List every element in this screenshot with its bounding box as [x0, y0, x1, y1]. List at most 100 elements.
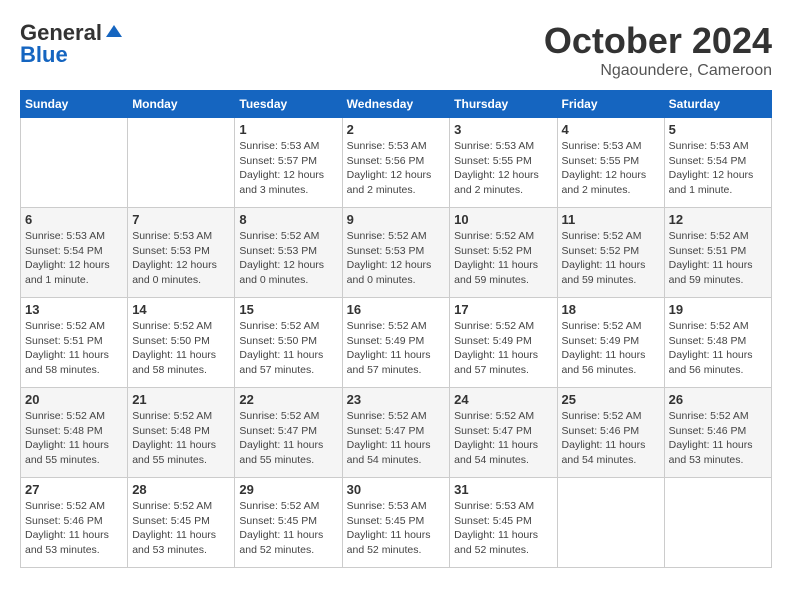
calendar-week-row: 13 Sunrise: 5:52 AMSunset: 5:51 PMDayligh… — [21, 298, 772, 388]
day-number: 18 — [562, 302, 660, 317]
day-number: 14 — [132, 302, 230, 317]
day-number: 1 — [239, 122, 337, 137]
calendar-cell: 17 Sunrise: 5:52 AMSunset: 5:49 PMDayligh… — [450, 298, 557, 388]
day-info: Sunrise: 5:52 AMSunset: 5:45 PMDaylight:… — [132, 499, 230, 558]
calendar-cell — [664, 478, 771, 568]
weekday-header-row: SundayMondayTuesdayWednesdayThursdayFrid… — [21, 91, 772, 118]
day-info: Sunrise: 5:52 AMSunset: 5:52 PMDaylight:… — [454, 229, 552, 288]
calendar-cell: 4Sunrise: 5:53 AMSunset: 5:55 PMDaylight… — [557, 118, 664, 208]
day-info: Sunrise: 5:52 AMSunset: 5:46 PMDaylight:… — [562, 409, 660, 468]
day-info: Sunrise: 5:53 AMSunset: 5:55 PMDaylight:… — [454, 139, 552, 198]
day-info: Sunrise: 5:52 AMSunset: 5:45 PMDaylight:… — [239, 499, 337, 558]
day-info: Sunrise: 5:53 AMSunset: 5:45 PMDaylight:… — [454, 499, 552, 558]
calendar-cell: 18 Sunrise: 5:52 AMSunset: 5:49 PMDayligh… — [557, 298, 664, 388]
calendar-week-row: 6Sunrise: 5:53 AMSunset: 5:54 PMDaylight… — [21, 208, 772, 298]
calendar-cell: 15 Sunrise: 5:52 AMSunset: 5:50 PMDayligh… — [235, 298, 342, 388]
calendar-cell: 16 Sunrise: 5:52 AMSunset: 5:49 PMDayligh… — [342, 298, 450, 388]
calendar-cell: 28 Sunrise: 5:52 AMSunset: 5:45 PMDayligh… — [128, 478, 235, 568]
day-info: Sunrise: 5:53 AMSunset: 5:53 PMDaylight:… — [132, 229, 230, 288]
day-number: 5 — [669, 122, 767, 137]
day-info: Sunrise: 5:53 AMSunset: 5:55 PMDaylight:… — [562, 139, 660, 198]
day-info: Sunrise: 5:52 AMSunset: 5:51 PMDaylight:… — [669, 229, 767, 288]
calendar-cell: 3 Sunrise: 5:53 AMSunset: 5:55 PMDaylight… — [450, 118, 557, 208]
day-number: 30 — [347, 482, 446, 497]
calendar-cell: 2Sunrise: 5:53 AMSunset: 5:56 PMDaylight… — [342, 118, 450, 208]
calendar-cell: 22Sunrise: 5:52 AMSunset: 5:47 PMDayligh… — [235, 388, 342, 478]
day-info: Sunrise: 5:52 AMSunset: 5:50 PMDaylight:… — [239, 319, 337, 378]
location: Ngaoundere, Cameroon — [544, 62, 772, 80]
day-info: Sunrise: 5:52 AMSunset: 5:49 PMDaylight:… — [562, 319, 660, 378]
calendar-cell: 12 Sunrise: 5:52 AMSunset: 5:51 PMDayligh… — [664, 208, 771, 298]
day-number: 13 — [25, 302, 123, 317]
calendar-cell: 29Sunrise: 5:52 AMSunset: 5:45 PMDayligh… — [235, 478, 342, 568]
calendar-cell: 11 Sunrise: 5:52 AMSunset: 5:52 PMDayligh… — [557, 208, 664, 298]
calendar-cell: 27Sunrise: 5:52 AMSunset: 5:46 PMDayligh… — [21, 478, 128, 568]
title-section: October 2024 Ngaoundere, Cameroon — [544, 20, 772, 80]
day-info: Sunrise: 5:52 AMSunset: 5:53 PMDaylight:… — [347, 229, 446, 288]
day-number: 24 — [454, 392, 552, 407]
day-number: 10 — [454, 212, 552, 227]
day-number: 28 — [132, 482, 230, 497]
day-number: 8 — [239, 212, 337, 227]
day-number: 9 — [347, 212, 446, 227]
day-info: Sunrise: 5:52 AMSunset: 5:52 PMDaylight:… — [562, 229, 660, 288]
weekday-header: Sunday — [21, 91, 128, 118]
weekday-header: Tuesday — [235, 91, 342, 118]
day-number: 11 — [562, 212, 660, 227]
weekday-header: Wednesday — [342, 91, 450, 118]
calendar-cell: 8 Sunrise: 5:52 AMSunset: 5:53 PMDaylight… — [235, 208, 342, 298]
day-info: Sunrise: 5:52 AMSunset: 5:46 PMDaylight:… — [669, 409, 767, 468]
day-number: 20 — [25, 392, 123, 407]
day-number: 19 — [669, 302, 767, 317]
calendar-cell: 1 Sunrise: 5:53 AMSunset: 5:57 PMDaylight… — [235, 118, 342, 208]
day-number: 23 — [347, 392, 446, 407]
day-info: Sunrise: 5:52 AMSunset: 5:47 PMDaylight:… — [347, 409, 446, 468]
day-info: Sunrise: 5:52 AMSunset: 5:51 PMDaylight:… — [25, 319, 123, 378]
calendar-cell — [128, 118, 235, 208]
page-header: General Blue October 2024 Ngaoundere, Ca… — [20, 20, 772, 80]
weekday-header: Thursday — [450, 91, 557, 118]
day-info: Sunrise: 5:53 AMSunset: 5:54 PMDaylight:… — [25, 229, 123, 288]
calendar-cell — [557, 478, 664, 568]
day-number: 12 — [669, 212, 767, 227]
day-info: Sunrise: 5:52 AMSunset: 5:48 PMDaylight:… — [25, 409, 123, 468]
logo-blue: Blue — [20, 42, 68, 68]
day-number: 25 — [562, 392, 660, 407]
day-info: Sunrise: 5:52 AMSunset: 5:47 PMDaylight:… — [454, 409, 552, 468]
day-number: 3 — [454, 122, 552, 137]
day-info: Sunrise: 5:52 AMSunset: 5:53 PMDaylight:… — [239, 229, 337, 288]
calendar-cell — [21, 118, 128, 208]
weekday-header: Saturday — [664, 91, 771, 118]
day-info: Sunrise: 5:52 AMSunset: 5:49 PMDaylight:… — [454, 319, 552, 378]
calendar-cell: 21Sunrise: 5:52 AMSunset: 5:48 PMDayligh… — [128, 388, 235, 478]
day-info: Sunrise: 5:53 AMSunset: 5:54 PMDaylight:… — [669, 139, 767, 198]
day-info: Sunrise: 5:53 AMSunset: 5:57 PMDaylight:… — [239, 139, 337, 198]
calendar-cell: 13 Sunrise: 5:52 AMSunset: 5:51 PMDayligh… — [21, 298, 128, 388]
calendar-week-row: 20 Sunrise: 5:52 AMSunset: 5:48 PMDayligh… — [21, 388, 772, 478]
calendar-cell: 7 Sunrise: 5:53 AMSunset: 5:53 PMDaylight… — [128, 208, 235, 298]
day-info: Sunrise: 5:52 AMSunset: 5:49 PMDaylight:… — [347, 319, 446, 378]
calendar-cell: 9 Sunrise: 5:52 AMSunset: 5:53 PMDaylight… — [342, 208, 450, 298]
weekday-header: Friday — [557, 91, 664, 118]
logo: General Blue — [20, 20, 124, 68]
day-info: Sunrise: 5:53 AMSunset: 5:45 PMDaylight:… — [347, 499, 446, 558]
calendar-week-row: 27Sunrise: 5:52 AMSunset: 5:46 PMDayligh… — [21, 478, 772, 568]
calendar-cell: 5 Sunrise: 5:53 AMSunset: 5:54 PMDaylight… — [664, 118, 771, 208]
calendar-cell: 30 Sunrise: 5:53 AMSunset: 5:45 PMDayligh… — [342, 478, 450, 568]
day-number: 15 — [239, 302, 337, 317]
day-info: Sunrise: 5:52 AMSunset: 5:48 PMDaylight:… — [132, 409, 230, 468]
calendar-cell: 25 Sunrise: 5:52 AMSunset: 5:46 PMDayligh… — [557, 388, 664, 478]
day-info: Sunrise: 5:52 AMSunset: 5:48 PMDaylight:… — [669, 319, 767, 378]
calendar-cell: 24 Sunrise: 5:52 AMSunset: 5:47 PMDayligh… — [450, 388, 557, 478]
day-number: 16 — [347, 302, 446, 317]
calendar-cell: 31 Sunrise: 5:53 AMSunset: 5:45 PMDayligh… — [450, 478, 557, 568]
day-number: 27 — [25, 482, 123, 497]
day-number: 7 — [132, 212, 230, 227]
day-number: 31 — [454, 482, 552, 497]
day-info: Sunrise: 5:52 AMSunset: 5:47 PMDaylight:… — [239, 409, 337, 468]
calendar-cell: 6Sunrise: 5:53 AMSunset: 5:54 PMDaylight… — [21, 208, 128, 298]
day-number: 17 — [454, 302, 552, 317]
calendar-week-row: 1 Sunrise: 5:53 AMSunset: 5:57 PMDaylight… — [21, 118, 772, 208]
calendar-cell: 23 Sunrise: 5:52 AMSunset: 5:47 PMDayligh… — [342, 388, 450, 478]
calendar-cell: 10 Sunrise: 5:52 AMSunset: 5:52 PMDayligh… — [450, 208, 557, 298]
